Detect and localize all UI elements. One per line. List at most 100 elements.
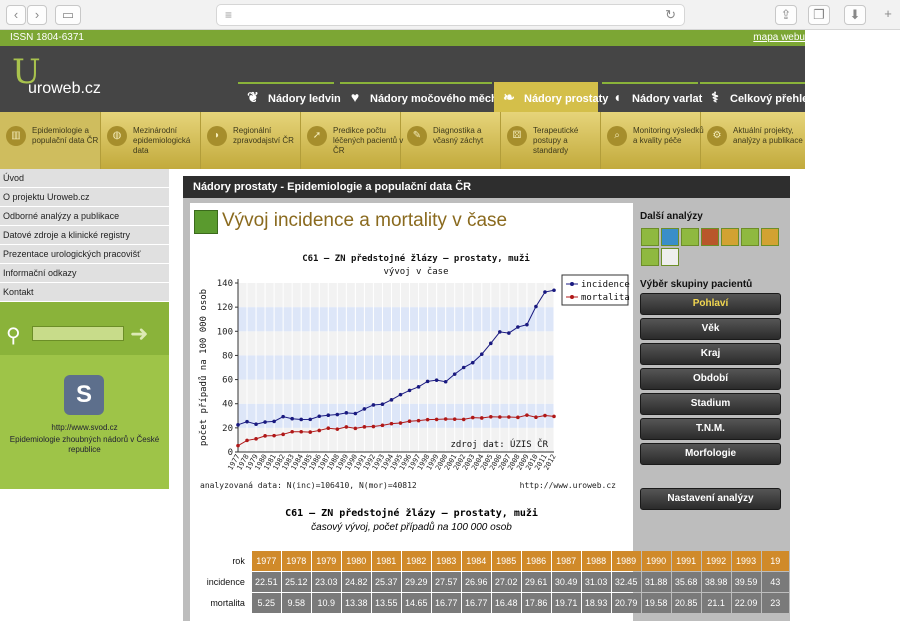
- group-region-button[interactable]: Kraj: [640, 343, 781, 365]
- analysis-bars-icon[interactable]: [721, 228, 739, 246]
- data-point-mortalita: [245, 438, 249, 443]
- data-point-mortalita: [344, 425, 349, 429]
- group-stage-button[interactable]: Stadium: [640, 393, 781, 415]
- subnav-therapy[interactable]: ⚄ Terapeutické postupy a standardy: [501, 112, 601, 169]
- subnav-regional[interactable]: ◗ Regionální zpravodajství ČR: [201, 112, 301, 169]
- incidence-cell: 27.02: [491, 572, 521, 592]
- analysis-columns-icon[interactable]: [761, 228, 779, 246]
- data-point-incidence: [299, 417, 303, 422]
- tab-bladder[interactable]: ♥ Nádory močového měchýře: [340, 82, 514, 112]
- analysis-table-icon[interactable]: [661, 248, 679, 266]
- svod-promo[interactable]: S http://www.svod.cz Epidemiologie zhoub…: [0, 355, 169, 489]
- data-point-mortalita: [434, 417, 439, 422]
- sidebar-item-contact[interactable]: Kontakt: [0, 283, 169, 302]
- mortality-cell: 20.79: [611, 593, 641, 613]
- data-point-mortalita: [263, 434, 267, 438]
- data-point-incidence: [362, 407, 367, 411]
- data-point-incidence: [498, 330, 502, 334]
- sidebar-item-departments[interactable]: Prezentace urologických pracovišť: [0, 245, 169, 264]
- mortality-cell: 5.25: [251, 593, 281, 613]
- chart-title-icon: [194, 210, 218, 234]
- new-tab-icon[interactable]: +: [878, 5, 898, 25]
- reload-icon[interactable]: ↻: [665, 7, 676, 23]
- trend-icon: ➚: [307, 126, 327, 146]
- data-point-mortalita: [371, 424, 376, 429]
- reader-icon[interactable]: ≡: [225, 8, 232, 22]
- page-margin: [805, 30, 900, 190]
- incidence-cell: 25.12: [281, 572, 311, 592]
- subnav-projects[interactable]: ⚙ Aktuální projekty, analýzy a publikace: [701, 112, 805, 169]
- data-point-mortalita: [470, 415, 475, 420]
- tab-overview[interactable]: ⚕ Celkový přehled: [700, 82, 815, 112]
- analysis-trend-icon[interactable]: [641, 228, 659, 246]
- data-point-mortalita: [534, 415, 538, 420]
- share-icon[interactable]: ⇪: [775, 5, 797, 25]
- subnav-international[interactable]: ◍ Mezinárodní epidemiologická data: [101, 112, 201, 169]
- tab-prostate[interactable]: ❧ Nádory prostaty: [494, 82, 608, 112]
- data-point-mortalita: [272, 433, 276, 438]
- svod-description: Epidemiologie zhoubných nádorů v České r…: [9, 435, 160, 454]
- year-cell: 1982: [401, 551, 431, 571]
- svod-logo[interactable]: S: [64, 375, 104, 415]
- sidebar-item-intro[interactable]: Úvod: [0, 169, 169, 188]
- data-point-incidence: [434, 378, 439, 382]
- data-point-incidence: [380, 402, 385, 407]
- sidebar-toggle-icon[interactable]: ▭: [55, 5, 81, 25]
- sidebar-item-sources[interactable]: Datové zdroje a klinické registry: [0, 226, 169, 245]
- subnav-diagnostics[interactable]: ✎ Diagnostika a včasný záchyt: [401, 112, 501, 169]
- subnav-label: Diagnostika a včasný záchyt: [433, 126, 484, 145]
- group-age-button[interactable]: Věk: [640, 318, 781, 340]
- analysis-scatter-icon[interactable]: [641, 248, 659, 266]
- search-input[interactable]: [32, 326, 124, 341]
- incidence-cell: 26.96: [461, 572, 491, 592]
- analysis-chart-icon[interactable]: [741, 228, 759, 246]
- data-point-mortalita: [353, 426, 358, 431]
- sidebar-item-about[interactable]: O projektu Uroweb.cz: [0, 188, 169, 207]
- group-tnm-button[interactable]: T.N.M.: [640, 418, 781, 440]
- year-cell: 1983: [431, 551, 461, 571]
- analysis-map-icon[interactable]: [701, 228, 719, 246]
- mortality-cell: 17.86: [521, 593, 551, 613]
- data-point-mortalita: [389, 421, 394, 426]
- subnav-monitoring[interactable]: ⌕ Monitoring výsledků a kvality péče: [601, 112, 704, 169]
- sitemap-link[interactable]: mapa webu: [753, 32, 805, 43]
- analysis-settings-button[interactable]: Nastavení analýzy: [640, 488, 781, 510]
- page-title: Vývoj incidence a mortality v čase: [222, 210, 508, 231]
- data-point-incidence: [516, 325, 520, 329]
- data-point-mortalita: [380, 423, 385, 428]
- y-tick-label: 100: [217, 327, 233, 337]
- data-point-incidence: [326, 413, 331, 417]
- back-button[interactable]: ‹: [6, 5, 26, 25]
- search-arrow-icon[interactable]: ➜: [130, 321, 148, 347]
- row-header: mortalita: [193, 593, 251, 613]
- caduceus-icon: ⚕: [711, 89, 719, 105]
- site-header: U uroweb.cz ❦ Nádory ledvin ♥ Nádory močov…: [0, 46, 815, 112]
- download-icon[interactable]: ⬇: [844, 5, 866, 25]
- data-point-incidence: [371, 403, 376, 407]
- group-morphology-button[interactable]: Morfologie: [640, 443, 781, 465]
- data-point-mortalita: [407, 419, 412, 424]
- tabs-icon[interactable]: ❐: [808, 5, 830, 25]
- globe-icon: ◍: [107, 126, 127, 146]
- analysis-line-icon[interactable]: [681, 228, 699, 246]
- data-point-mortalita: [281, 432, 285, 437]
- analysis-pyramid-icon[interactable]: [661, 228, 679, 246]
- data-point-incidence: [479, 352, 484, 357]
- group-period-button[interactable]: Období: [640, 368, 781, 390]
- svod-url[interactable]: http://www.svod.cz: [0, 423, 169, 432]
- tab-label: Nádory ledvin: [268, 93, 341, 105]
- address-bar[interactable]: ≡ ↻: [216, 4, 685, 26]
- subnav-label: Predikce počtu léčených pacientů v ČR: [333, 126, 404, 155]
- incidence-cell: 22.51: [251, 572, 281, 592]
- group-sex-button[interactable]: Pohlaví: [640, 293, 781, 315]
- tab-testis[interactable]: ◖ Nádory varlat: [602, 82, 702, 112]
- data-point-incidence: [461, 365, 466, 370]
- sidebar-item-publications[interactable]: Odborné analýzy a publikace: [0, 207, 169, 226]
- forward-button[interactable]: ›: [27, 5, 47, 25]
- data-point-mortalita: [290, 429, 294, 434]
- data-point-mortalita: [317, 428, 322, 433]
- subnav-prediction[interactable]: ➚ Predikce počtu léčených pacientů v ČR: [301, 112, 403, 169]
- sidebar-item-links[interactable]: Informační odkazy: [0, 264, 169, 283]
- tab-kidney[interactable]: ❦ Nádory ledvin: [238, 82, 341, 112]
- subnav-epidemiology[interactable]: ▥ Epidemiologie a populační data ČR: [0, 112, 101, 169]
